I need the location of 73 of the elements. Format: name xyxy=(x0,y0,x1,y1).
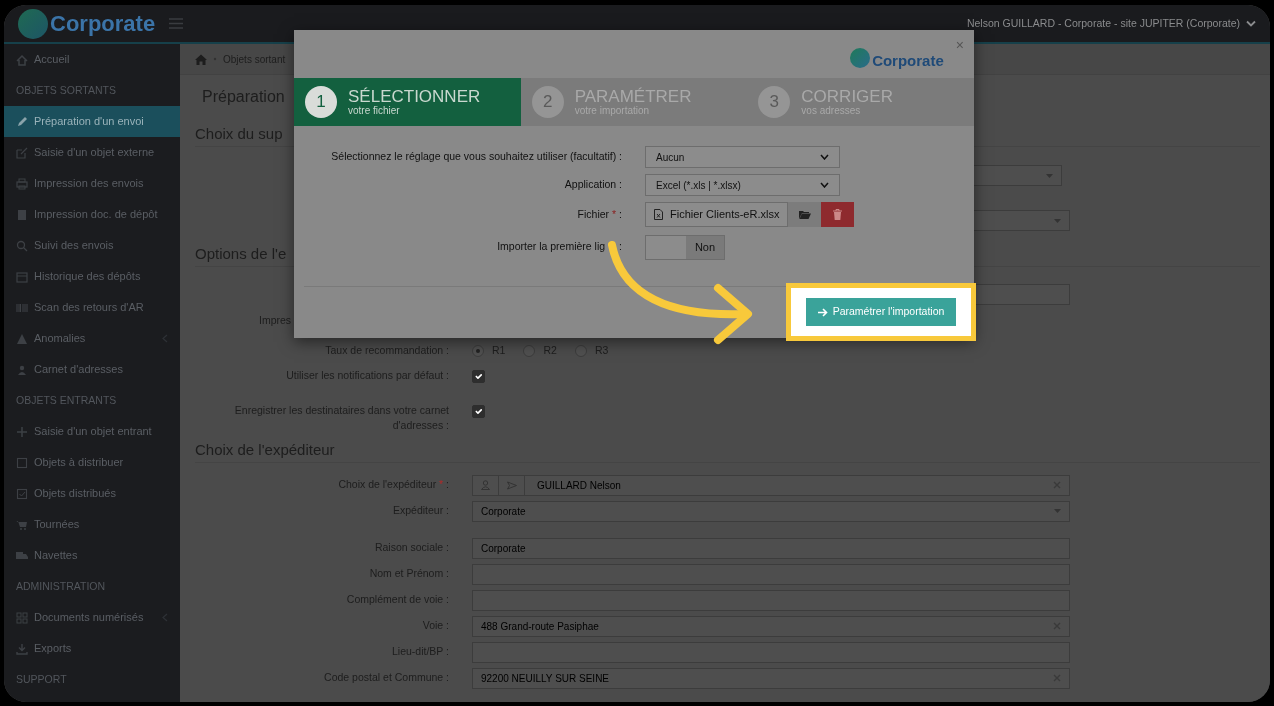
home-icon xyxy=(195,53,207,65)
sidebar-item[interactable]: Objets distribués xyxy=(4,478,180,509)
field-label: Importer la première lig : xyxy=(496,238,622,254)
square-icon xyxy=(16,456,28,469)
close-button[interactable]: × xyxy=(955,38,964,52)
field-label: Sélectionnez le réglage que vous souhaitez utiliser (facultatif) : xyxy=(330,149,622,165)
caret-icon xyxy=(820,154,829,160)
sidebar-item[interactable]: Carnet d'adresses xyxy=(4,354,180,385)
plus-icon xyxy=(16,425,28,438)
user-menu[interactable]: Nelson GUILLARD - Corporate - site JUPITER (Corporate) xyxy=(966,15,1240,32)
input-field[interactable]: Corporate xyxy=(472,537,1070,559)
document-icon xyxy=(16,208,28,221)
sidebar-section-title: OBJETS SORTANTS xyxy=(15,82,117,98)
sidebar-item[interactable]: Historique des dépôts xyxy=(4,261,180,292)
arrow-right-icon xyxy=(817,307,828,317)
field-label: Application : xyxy=(563,177,622,193)
caret-icon xyxy=(1046,173,1053,178)
wizard-step[interactable]: 1 SÉLECTIONNER votre fichier xyxy=(294,78,521,126)
person-icon xyxy=(481,480,490,490)
calendar-icon xyxy=(16,270,28,283)
sidebar-section-title: ADMINISTRATION xyxy=(15,578,107,594)
sidebar-item[interactable]: Impression des envois xyxy=(4,168,180,199)
sidebar-section-title: OBJETS ENTRANTS xyxy=(15,392,118,408)
sidebar-item[interactable]: Suivi des envois xyxy=(4,230,180,261)
menu-icon[interactable] xyxy=(169,18,184,29)
sidebar-item[interactable]: Navettes xyxy=(4,540,180,571)
search-icon xyxy=(16,239,28,252)
next-button[interactable]: Paramétrer l'importation xyxy=(805,298,957,326)
file-icon xyxy=(654,209,663,220)
download-icon xyxy=(16,642,28,655)
browse-button[interactable] xyxy=(788,202,822,227)
input-field[interactable]: 92200 NEUILLY SUR SEINE xyxy=(472,667,1070,689)
logo-circle-icon xyxy=(850,48,871,68)
input-field[interactable]: 488 Grand-route Pasiphae xyxy=(472,615,1070,637)
sidebar-item[interactable]: Accueil xyxy=(4,44,180,75)
sidebar-item[interactable]: Préparation d'un envoi xyxy=(4,106,180,137)
checkbox[interactable] xyxy=(472,404,485,418)
grid-icon xyxy=(16,611,28,624)
picker-field[interactable]: GUILLARD Nelson xyxy=(472,474,1070,496)
sidebar-item[interactable]: Anomalies xyxy=(4,323,180,354)
toggle-switch[interactable]: Non xyxy=(645,235,725,260)
warning-icon xyxy=(16,332,28,345)
sidebar-item[interactable]: Documents numérisés xyxy=(4,602,180,633)
sidebar-item[interactable]: Saisie d'un objet entrant xyxy=(4,416,180,447)
sidebar-item[interactable]: Scan des retours d'AR xyxy=(4,292,180,323)
select-field[interactable]: Corporate xyxy=(472,500,1070,522)
brand-logo: Corporate xyxy=(871,51,945,71)
caret-icon xyxy=(1054,218,1061,223)
sidebar-item[interactable]: Saisie d'un objet externe xyxy=(4,137,180,168)
truck-icon xyxy=(16,549,28,562)
checkbox[interactable] xyxy=(472,369,485,383)
sidebar-section-title: SUPPORT xyxy=(15,671,68,687)
file-field[interactable]: Fichier Clients-eR.xlsx xyxy=(645,202,789,227)
edit-icon xyxy=(16,146,28,159)
sidebar-item[interactable]: Exports xyxy=(4,633,180,664)
checkbox-icon xyxy=(16,487,28,500)
caret-icon xyxy=(820,182,829,188)
sidebar-item[interactable]: Objets à distribuer xyxy=(4,447,180,478)
select-field[interactable]: Excel (*.xls | *.xlsx) xyxy=(645,174,840,196)
send-icon xyxy=(506,480,517,490)
home-icon xyxy=(16,53,28,66)
sidebar-item[interactable]: Impression doc. de dépôt xyxy=(4,199,180,230)
folder-icon xyxy=(798,210,811,219)
brand-logo[interactable]: Corporate xyxy=(48,5,162,42)
field-label: Fichier * : xyxy=(576,206,622,222)
logo-circle-icon xyxy=(18,8,48,39)
trash-icon xyxy=(833,209,843,220)
sidebar-item[interactable]: Tournées xyxy=(4,509,180,540)
select-field[interactable]: Aucun xyxy=(645,146,840,168)
pencil-icon xyxy=(16,115,28,128)
delete-button[interactable] xyxy=(821,202,855,227)
caret-icon xyxy=(1246,19,1256,28)
printer-icon xyxy=(16,177,28,190)
